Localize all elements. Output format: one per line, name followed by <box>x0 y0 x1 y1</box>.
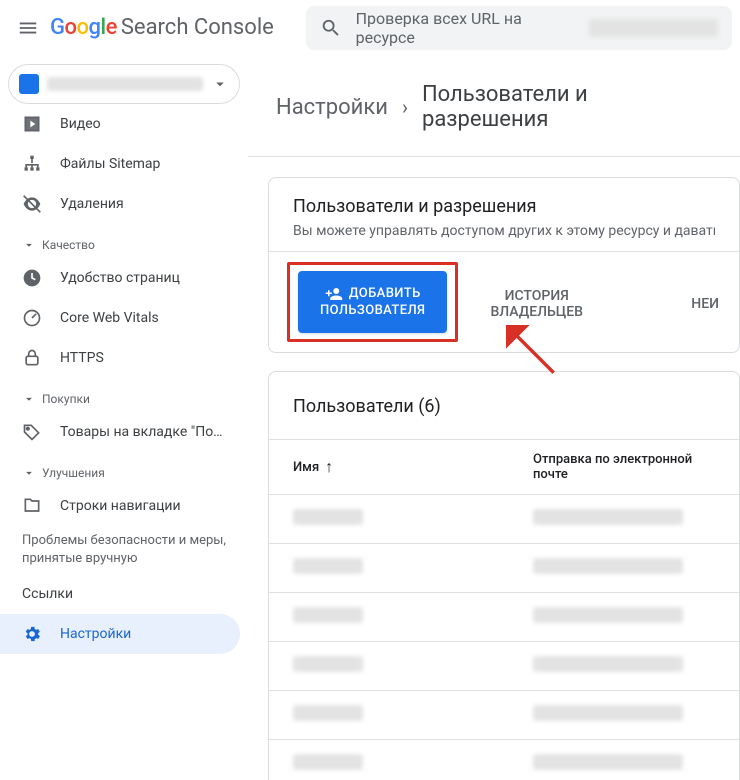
user-email-blurred <box>533 558 683 574</box>
users-table-title: Пользователи (6) <box>269 372 739 440</box>
user-email-blurred <box>533 754 683 770</box>
breadcrumb-current: Пользователи и разрешения <box>422 82 712 132</box>
property-selector[interactable] <box>8 64 240 104</box>
sidebar-item-shopping-products[interactable]: Товары на вкладке "По… <box>0 412 240 452</box>
users-permissions-card: Пользователи и разрешения Вы можете упра… <box>268 177 740 353</box>
user-name-blurred <box>293 705 363 721</box>
card-title: Пользователи и разрешения <box>293 196 715 217</box>
column-header-name[interactable]: Имя ↑ <box>293 452 533 482</box>
sidebar-item-https[interactable]: HTTPS <box>0 338 240 378</box>
sidebar-item-breadcrumbs[interactable]: Строки навигации <box>0 486 240 526</box>
property-icon <box>19 74 39 94</box>
sidebar-group-shopping[interactable]: Покупки <box>0 378 248 412</box>
add-user-button[interactable]: ДОБАВИТЬ ПОЛЬЗОВАТЕЛЯ <box>298 271 447 333</box>
user-name-blurred <box>293 754 363 770</box>
column-header-label: Отправка по электронной почте <box>533 452 692 482</box>
table-row[interactable] <box>269 544 739 593</box>
tab-label-line1: ИСТОРИЯ <box>490 288 583 304</box>
user-email-blurred <box>533 705 683 721</box>
sidebar-item-removals[interactable]: Удаления <box>0 184 240 224</box>
tab-label-line2: ВЛАДЕЛЬЦЕВ <box>490 304 583 320</box>
sidebar-item-label: Удобство страниц <box>60 270 180 286</box>
users-table-card: Пользователи (6) Имя ↑ Отправка по элект… <box>268 371 740 780</box>
sidebar-item-label: Файлы Sitemap <box>60 156 160 172</box>
sidebar-group-label: Покупки <box>42 392 90 406</box>
speed-icon <box>22 308 42 328</box>
add-person-icon <box>325 285 343 303</box>
column-header-email[interactable]: Отправка по электронной почте <box>533 452 715 482</box>
search-icon <box>320 17 342 39</box>
sidebar-item-settings[interactable]: Настройки <box>0 614 240 654</box>
sidebar: Видео Файлы Sitemap Удаления Качество Уд… <box>0 56 248 780</box>
sidebar-item-page-experience[interactable]: Удобство страниц <box>0 258 240 298</box>
sidebar-item-links[interactable]: Ссылки <box>0 574 240 614</box>
app-header: Google Search Console Проверка всех URL … <box>0 0 740 56</box>
add-user-button-label-1: ДОБАВИТЬ <box>349 286 421 302</box>
sidebar-item-label: Товары на вкладке "По… <box>60 424 223 440</box>
sidebar-group-label: Улучшения <box>42 466 105 480</box>
sidebar-item-label: Core Web Vitals <box>60 310 159 326</box>
table-row[interactable] <box>269 642 739 691</box>
sidebar-item-sitemaps[interactable]: Файлы Sitemap <box>0 144 240 184</box>
sidebar-item-label: HTTPS <box>60 350 104 366</box>
tab-unused-cutoff[interactable]: НЕИ <box>669 266 739 338</box>
sidebar-item-security-manual[interactable]: Проблемы безопасности и меры, принятые в… <box>0 532 240 568</box>
table-row[interactable] <box>269 593 739 642</box>
property-name-blurred <box>47 77 203 91</box>
tag-icon <box>22 422 42 442</box>
user-email-blurred <box>533 607 683 623</box>
tab-label: НЕИ <box>691 296 719 312</box>
main-content: Настройки › Пользователи и разрешения По… <box>248 56 740 780</box>
sidebar-item-label: Видео <box>60 116 101 132</box>
users-table-header-row: Имя ↑ Отправка по электронной почте <box>269 440 739 495</box>
sidebar-item-video[interactable]: Видео <box>0 104 240 144</box>
url-inspection-search[interactable]: Проверка всех URL на ресурсе <box>306 6 732 50</box>
chevron-down-icon <box>211 75 229 93</box>
user-name-blurred <box>293 656 363 672</box>
sidebar-item-label: Строки навигации <box>60 498 181 514</box>
chevron-down-icon <box>22 238 36 252</box>
sort-ascending-icon: ↑ <box>325 457 333 477</box>
sidebar-group-label: Качество <box>42 238 95 252</box>
removal-icon <box>22 194 42 214</box>
breadcrumb-root[interactable]: Настройки <box>276 95 388 120</box>
sidebar-item-label: Удаления <box>60 196 124 212</box>
https-icon <box>22 348 42 368</box>
search-placeholder: Проверка всех URL на ресурсе <box>356 9 583 47</box>
user-name-blurred <box>293 607 363 623</box>
column-header-label: Имя <box>293 460 319 475</box>
gear-icon <box>22 624 42 644</box>
card-subtitle: Вы можете управлять доступом других к эт… <box>293 223 715 239</box>
page-exp-icon <box>22 268 42 288</box>
table-row[interactable] <box>269 740 739 780</box>
chevron-down-icon <box>22 392 36 406</box>
product-name: Search Console <box>121 15 274 40</box>
chevron-down-icon <box>22 466 36 480</box>
user-name-blurred <box>293 509 363 525</box>
user-email-blurred <box>533 509 683 525</box>
user-name-blurred <box>293 558 363 574</box>
table-row[interactable] <box>269 495 739 544</box>
sidebar-group-quality[interactable]: Качество <box>0 224 248 258</box>
user-email-blurred <box>533 656 683 672</box>
search-property-url-blurred <box>589 19 718 37</box>
annotation-highlight-box: ДОБАВИТЬ ПОЛЬЗОВАТЕЛЯ <box>287 262 458 342</box>
hamburger-menu-button[interactable] <box>8 8 48 48</box>
sidebar-item-label: Настройки <box>60 626 131 642</box>
hamburger-icon <box>17 17 39 39</box>
sidebar-group-enhancements[interactable]: Улучшения <box>0 452 248 486</box>
tab-owner-history[interactable]: ИСТОРИЯ ВЛАДЕЛЬЦЕВ <box>468 258 605 346</box>
sidebar-item-core-web-vitals[interactable]: Core Web Vitals <box>0 298 240 338</box>
sitemap-icon <box>22 154 42 174</box>
google-wordmark: Google <box>50 15 117 40</box>
sidebar-item-label: Проблемы безопасности и меры, принятые в… <box>22 533 226 566</box>
table-row[interactable] <box>269 691 739 740</box>
logo[interactable]: Google Search Console <box>50 15 274 40</box>
chevron-right-icon: › <box>402 95 408 119</box>
breadcrumb-icon <box>22 496 42 516</box>
breadcrumb: Настройки › Пользователи и разрешения <box>248 56 740 157</box>
sidebar-item-label: Ссылки <box>22 586 73 602</box>
add-user-button-label-2: ПОЛЬЗОВАТЕЛЯ <box>320 303 425 319</box>
video-icon <box>22 114 42 134</box>
